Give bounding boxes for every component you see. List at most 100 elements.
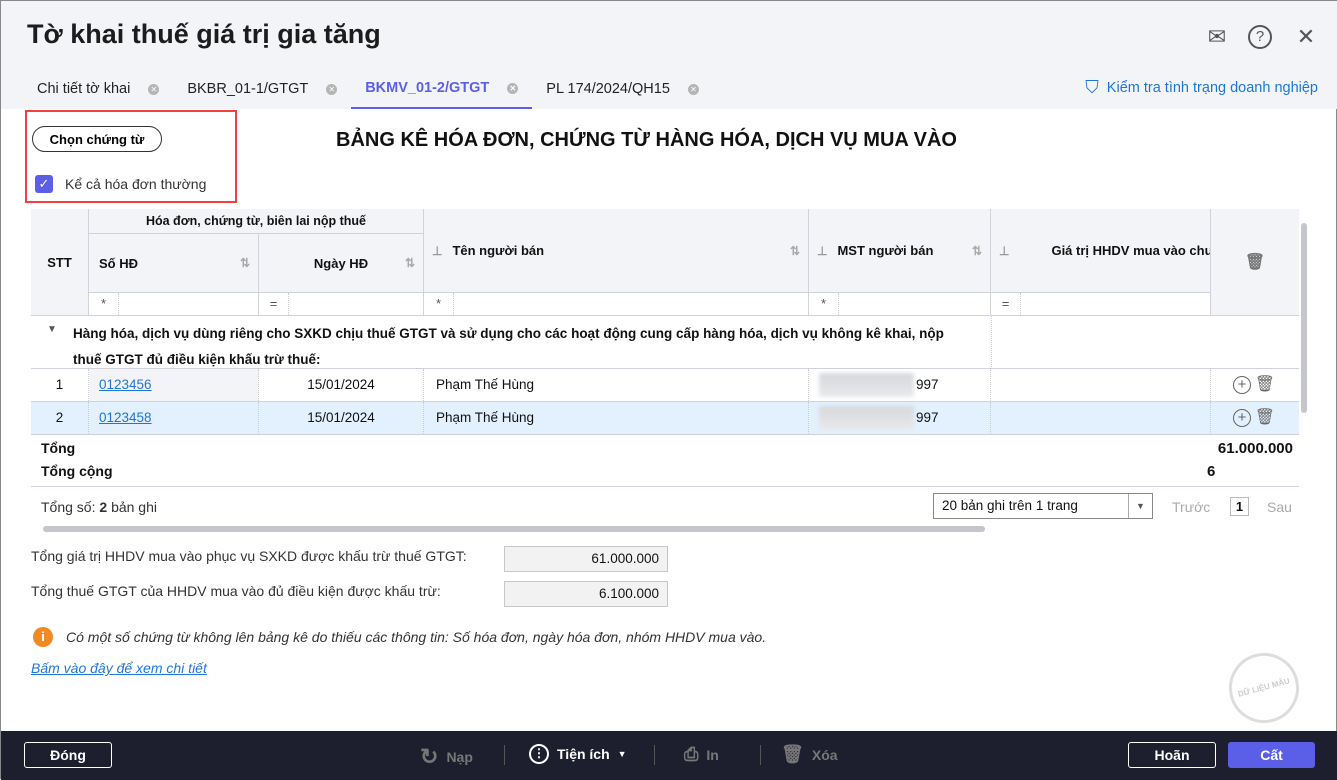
tab-close-icon[interactable]: ✕	[687, 83, 699, 95]
filter-op[interactable]: *	[424, 293, 454, 315]
col-label: Giá trị HHDV mua vào chu	[1051, 243, 1211, 258]
pin-icon[interactable]: ⊥	[432, 244, 442, 258]
tab-pl174[interactable]: PL 174/2024/QH15 ✕	[532, 69, 713, 109]
undo-button[interactable]: Hoãn	[1128, 742, 1216, 768]
window-title: Tờ khai thuế giá trị gia tăng	[27, 19, 381, 49]
summary-value-label: Tổng giá trị HHDV mua vào phục vụ SXKD đ…	[31, 548, 467, 564]
filter-op[interactable]: =	[991, 293, 1021, 315]
tab-close-icon[interactable]: ✕	[507, 82, 519, 94]
utilities-button[interactable]: ⋮ Tiện ích ▼	[529, 744, 627, 764]
tab-close-icon[interactable]: ✕	[148, 83, 160, 95]
more-icon: ⋮	[529, 744, 549, 764]
include-normal-label: Kể cả hóa đơn thường	[65, 176, 207, 192]
email-icon[interactable]: ✉	[1203, 23, 1231, 51]
filter-ten[interactable]: *	[424, 293, 809, 316]
tab-bkbr[interactable]: BKBR_01-1/GTGT ✕	[173, 69, 351, 109]
total-label: Tổng	[41, 440, 76, 456]
col-ten[interactable]: ⊥ Tên người bán ⇅	[424, 209, 809, 293]
summary-tax-field: 6.100.000	[504, 581, 668, 607]
mst-suffix: 997	[916, 377, 939, 392]
cell-mst: 997	[809, 369, 991, 401]
sample-data-watermark: DỮ LIỆU MẪU	[1221, 645, 1307, 731]
grand-total-label: Tổng cộng	[41, 463, 113, 479]
page-number[interactable]: 1	[1230, 497, 1249, 516]
cell-value	[991, 402, 1211, 434]
add-row-icon[interactable]: +	[1233, 409, 1251, 427]
next-page-button[interactable]: Sau	[1267, 499, 1292, 515]
col-label: Tên người bán	[452, 243, 545, 258]
pin-icon[interactable]: ⊥	[817, 244, 827, 258]
print-button[interactable]: ⎙ In	[684, 744, 719, 765]
grand-total-value: 6	[1207, 463, 1216, 480]
delete-all-button[interactable]: 🗑	[1211, 209, 1299, 316]
pin-icon[interactable]: ⊥	[999, 244, 1009, 258]
sort-icon[interactable]: ⇅	[405, 256, 415, 270]
trash-icon: 🗑	[781, 744, 804, 764]
record-count: Tổng số: 2 bản ghi	[41, 499, 157, 515]
cell-mst: 997	[809, 402, 991, 434]
tab-label: BKMV_01-2/GTGT	[365, 80, 490, 96]
total-value: 61.000.000	[1217, 440, 1293, 457]
tab-bkmv[interactable]: BKMV_01-2/GTGT ✕	[351, 69, 533, 109]
tab-bar: Chi tiết tờ khai ✕ BKBR_01-1/GTGT ✕ BKMV_0…	[23, 69, 713, 109]
close-button[interactable]: Đóng	[24, 742, 112, 768]
cell-date: 15/01/2024	[259, 369, 424, 401]
caret-down-icon: ▼	[617, 749, 627, 759]
invoice-number-link[interactable]: 0123458	[99, 410, 152, 425]
filter-op[interactable]: *	[89, 293, 119, 315]
detail-link[interactable]: Bấm vào đây để xem chi tiết	[31, 660, 207, 676]
delete-row-icon[interactable]: 🗑	[1255, 402, 1275, 434]
close-icon[interactable]: ✕	[1292, 23, 1320, 51]
info-icon: i	[33, 627, 53, 647]
dialog-window: Tờ khai thuế giá trị gia tăng ✉ ? ✕ Chi …	[0, 0, 1337, 780]
tab-chi-tiet[interactable]: Chi tiết tờ khai ✕	[23, 69, 173, 109]
sort-icon[interactable]: ⇅	[240, 256, 250, 270]
cell-date: 15/01/2024	[259, 402, 424, 434]
group-row[interactable]: ▼ Hàng hóa, dịch vụ dùng riêng cho SXKD …	[31, 316, 1299, 369]
tab-label: Chi tiết tờ khai	[37, 81, 131, 97]
col-label: Số HĐ	[99, 255, 138, 271]
filter-op[interactable]: =	[259, 293, 289, 315]
col-mst[interactable]: ⊥ MST người bán ⇅	[809, 209, 991, 293]
delete-button[interactable]: 🗑 Xóa	[781, 744, 838, 765]
chevron-down-icon[interactable]: ▼	[1128, 494, 1152, 518]
page-size-select[interactable]: 20 bản ghi trên 1 trang ▼	[933, 493, 1153, 519]
filter-ngay-hd[interactable]: =	[259, 293, 424, 316]
check-company-link[interactable]: ⛉ Kiểm tra tình trạng doanh nghiệp	[1085, 77, 1318, 98]
include-normal-checkbox[interactable]: ✓	[35, 175, 53, 193]
col-ngay-hd[interactable]: Ngày HĐ ⇅	[259, 234, 424, 293]
filter-op[interactable]: *	[809, 293, 839, 315]
summary-value-field: 61.000.000	[504, 546, 668, 572]
filter-gia-tri[interactable]: =	[991, 293, 1211, 316]
tab-label: PL 174/2024/QH15	[546, 81, 670, 97]
table-row[interactable]: 1 0123456 15/01/2024 Phạm Thế Hùng 997 +…	[31, 369, 1299, 402]
cell-stt: 2	[31, 402, 89, 434]
cell-value	[991, 369, 1211, 401]
horizontal-scrollbar[interactable]	[43, 526, 985, 532]
collapse-icon[interactable]: ▼	[47, 324, 57, 335]
cell-seller: Phạm Thế Hùng	[424, 369, 809, 401]
filter-so-hd[interactable]: *	[89, 293, 259, 316]
reload-icon: ↻	[420, 744, 439, 769]
help-icon[interactable]: ?	[1248, 25, 1272, 49]
group-row-label: Hàng hóa, dịch vụ dùng riêng cho SXKD ch…	[73, 326, 944, 367]
delete-row-icon[interactable]: 🗑	[1255, 369, 1275, 401]
col-gia-tri[interactable]: ⊥ Giá trị HHDV mua vào chu	[991, 209, 1211, 293]
prev-page-button[interactable]: Trước	[1172, 499, 1210, 515]
add-row-icon[interactable]: +	[1233, 376, 1251, 394]
save-button[interactable]: Cất	[1228, 742, 1315, 768]
choose-document-button[interactable]: Chọn chứng từ	[32, 126, 162, 152]
invoice-number-link[interactable]: 0123456	[99, 377, 152, 392]
reload-button[interactable]: ↻ Nạp	[420, 744, 473, 770]
table-row[interactable]: 2 0123458 15/01/2024 Phạm Thế Hùng 997 +…	[31, 402, 1299, 435]
print-label: In	[706, 746, 719, 763]
filter-mst[interactable]: *	[809, 293, 991, 316]
sort-icon[interactable]: ⇅	[790, 244, 800, 258]
vertical-scrollbar[interactable]	[1301, 223, 1307, 413]
cell-stt: 1	[31, 369, 89, 401]
shield-icon: ⛉	[1085, 77, 1099, 97]
sort-icon[interactable]: ⇅	[972, 244, 982, 258]
notice-text: Có một số chứng từ không lên bảng kê do …	[66, 629, 767, 645]
col-so-hd[interactable]: Số HĐ ⇅	[89, 234, 259, 293]
tab-close-icon[interactable]: ✕	[326, 83, 338, 95]
